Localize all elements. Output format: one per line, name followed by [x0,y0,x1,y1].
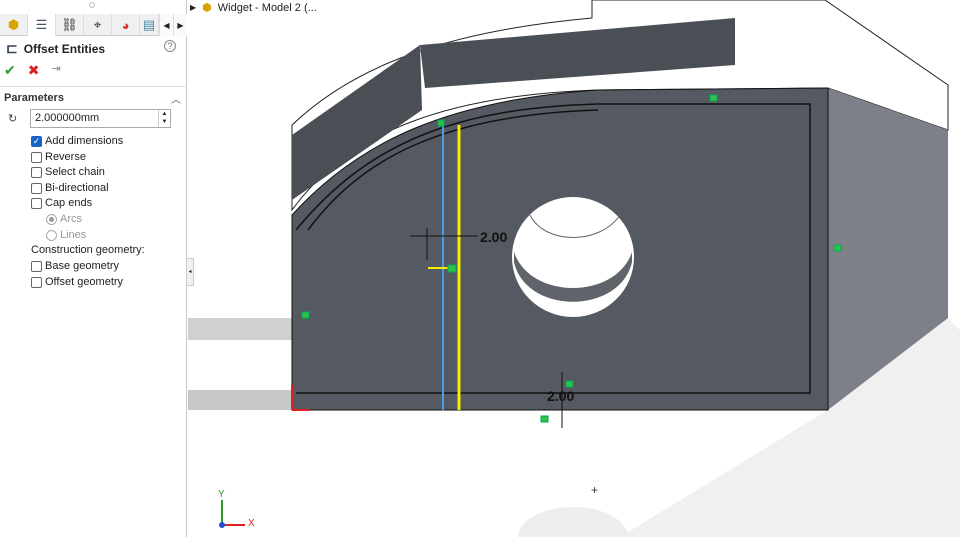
shadow-band [188,390,298,410]
option-label: Select chain [45,166,105,178]
offset-distance-icon: ↻ [8,113,18,125]
option-label: Arcs [60,213,82,225]
cancel-button[interactable]: ✖ [28,62,40,79]
option-label: Reverse [45,151,86,163]
divider [0,86,187,87]
option-label: Add dimensions [45,135,124,147]
checkbox[interactable] [31,151,42,163]
add-dimensions-checkbox[interactable]: ✓ Add dimensions [31,135,123,147]
feature-tree-root[interactable]: ▶ ⬢ Widget - Model 2 (... [190,1,317,15]
axis-x-label: X [248,518,255,529]
tab-dimxpert-manager[interactable]: ⌖ [84,14,112,36]
option-label: Offset geometry [45,276,124,288]
offset-geometry-checkbox[interactable]: Offset geometry [31,276,123,288]
bi-directional-checkbox[interactable]: Bi-directional [31,182,109,194]
reverse-checkbox[interactable]: Reverse [31,151,86,163]
checkbox[interactable]: ✓ [31,135,42,147]
shadow-band [188,318,298,340]
tab-scroll-left[interactable]: ◀ [159,14,173,36]
ok-button[interactable]: ✔ [4,62,16,79]
action-buttons: ✔ ✖ ⇥ [4,62,61,79]
crosshair-icon: ⌖ [93,17,102,32]
base-geometry-checkbox[interactable]: Base geometry [31,260,119,272]
tab-property-manager[interactable]: ☰ [28,14,56,36]
horizontal-dimension: 2.00 [480,229,507,245]
offset-entities-icon: ⊏ [6,40,18,56]
tab-cam-manager[interactable]: ▤ [140,14,159,36]
arcs-radio[interactable]: Arcs [46,213,82,225]
select-chain-checkbox[interactable]: Select chain [31,166,105,178]
offset-distance-value: 2.000000mm [35,112,100,124]
graphics-viewport[interactable]: 2.00 2.00 + Y X [188,0,960,540]
property-icon: ☰ [35,17,48,32]
option-label: Cap ends [45,197,93,209]
feature-title-text: Offset Entities [23,41,106,56]
panel-splitter[interactable]: ◂ [186,258,194,286]
model-view: 2.00 2.00 + Y X [188,0,960,540]
tab-feature-manager[interactable]: ⬢ [0,14,28,36]
cam-icon: ▤ [142,17,156,32]
vertical-dimension: 2.00 [547,388,574,404]
appearance-icon: ◕ [121,17,130,33]
property-manager-panel: ⬢ ☰ ⛓ ⌖ ◕ ▤ ◀ ▶ ⊏ Offset Entities ? ✔ ✖ … [0,0,187,537]
offset-distance-input[interactable]: 2.000000mm ▲ ▼ [30,109,171,128]
configuration-icon: ⛓ [61,17,78,32]
tab-configuration-manager[interactable]: ⛓ [56,14,84,36]
tab-scroll-right[interactable]: ▶ [173,14,187,36]
checkbox[interactable] [31,166,42,178]
checkbox[interactable] [31,182,42,194]
radio[interactable] [46,213,57,225]
lines-radio[interactable]: Lines [46,229,86,241]
option-label: Bi-directional [45,182,109,194]
option-label: Lines [60,229,87,241]
cap-ends-checkbox[interactable]: Cap ends [31,197,92,209]
checkbox[interactable] [31,276,42,288]
feature-tree-icon: ⬢ [7,17,20,32]
pin-button[interactable]: ⇥ [51,62,60,79]
cursor-crosshair: + [591,483,598,497]
checkbox[interactable] [31,197,42,209]
tab-display-manager[interactable]: ◕ [112,14,140,36]
part-icon: ⬢ [202,2,212,14]
expand-icon[interactable]: ▶ [190,3,196,12]
distance-spinner[interactable]: ▲ ▼ [158,110,170,127]
panel-grip[interactable] [89,2,95,8]
help-icon[interactable]: ? [164,40,176,52]
collapse-icon[interactable]: ︿ [171,91,181,106]
checkbox[interactable] [31,260,42,272]
manager-tabs: ⬢ ☰ ⛓ ⌖ ◕ ▤ ◀ ▶ [0,14,187,36]
construction-geometry-label: Construction geometry: [31,244,145,256]
feature-title: ⊏ Offset Entities [6,40,105,57]
section-header: Parameters [4,92,64,104]
option-label: Base geometry [45,260,119,272]
radio[interactable] [46,229,57,241]
model-name: Widget - Model 2 (... [217,1,317,14]
axis-y-label: Y [218,489,225,500]
